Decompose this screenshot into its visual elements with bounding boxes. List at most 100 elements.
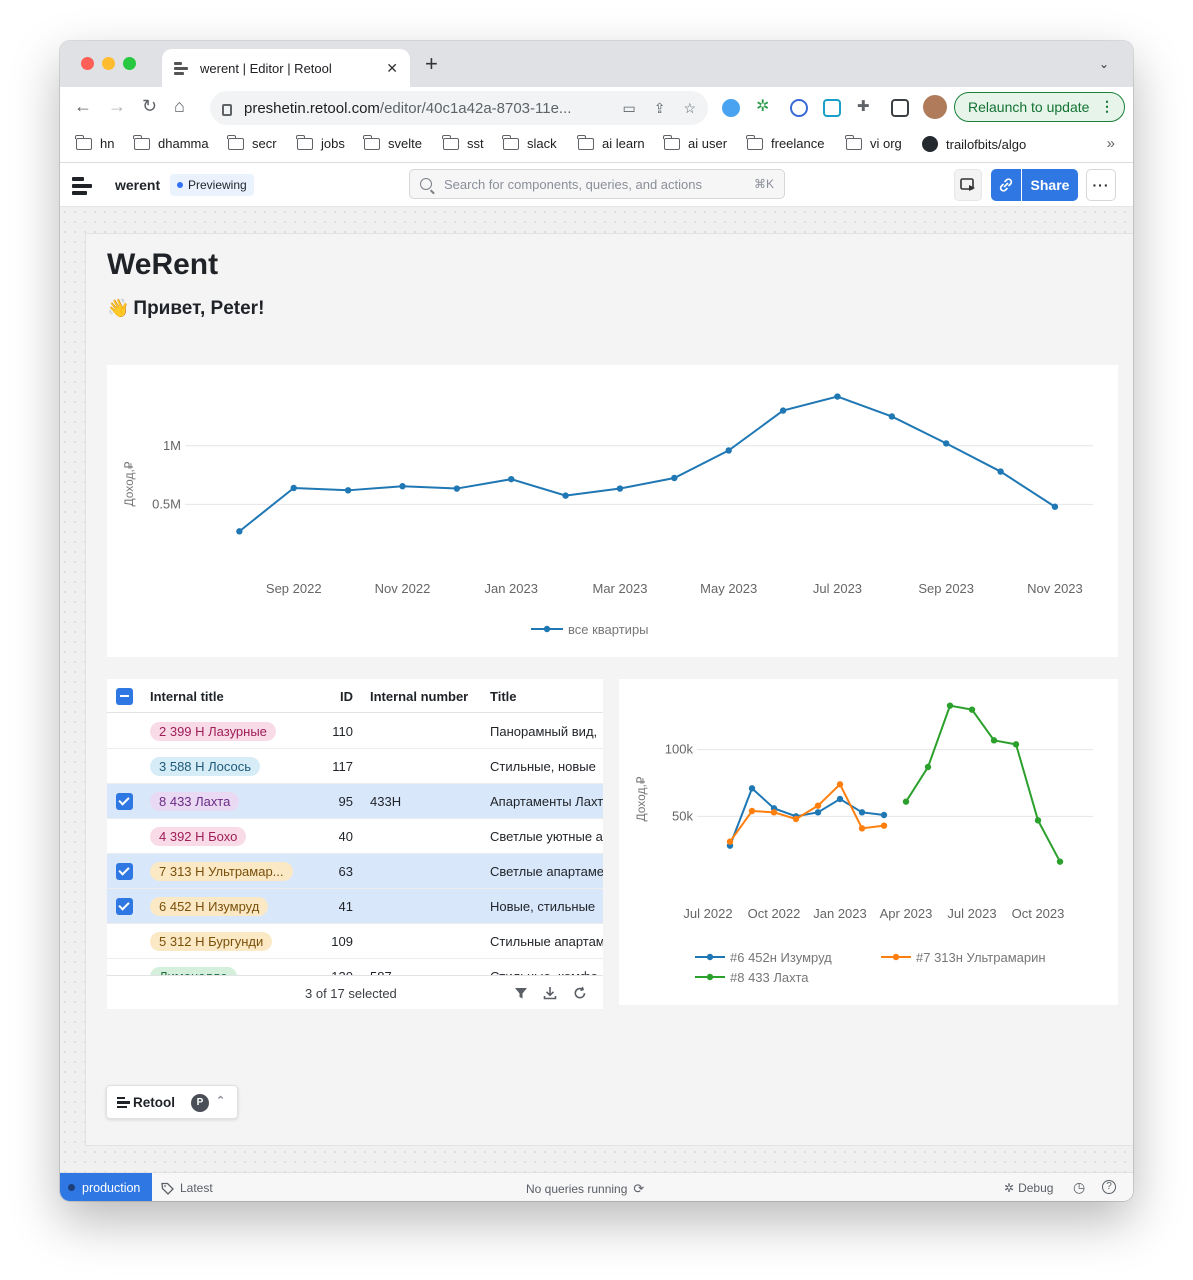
bookmark-svelte[interactable]: svelte xyxy=(363,134,422,151)
close-tab-icon[interactable]: ✕ xyxy=(386,60,398,77)
row-checkbox[interactable] xyxy=(116,758,133,775)
debug-button[interactable]: ✲ Debug xyxy=(1004,1181,1053,1195)
id-cell: 109 xyxy=(331,934,353,949)
data-point xyxy=(997,468,1004,475)
apartments-line-chart[interactable]: 50k 100k Jul 2022 Oct 2022 Jan 2023 Apr 2023 J… xyxy=(619,679,1118,1005)
history-icon[interactable]: ◷ xyxy=(1073,1179,1085,1196)
new-tab-button[interactable]: + xyxy=(425,53,438,75)
extension-green-icon[interactable]: ✲ xyxy=(756,96,774,115)
home-icon[interactable]: ⌂ xyxy=(174,96,185,116)
bookmark-star-icon[interactable]: ☆ xyxy=(683,100,696,117)
folder-icon xyxy=(133,134,150,150)
data-point xyxy=(725,447,732,454)
forward-icon[interactable]: → xyxy=(108,96,126,116)
title-cell: Стильные апартам xyxy=(490,934,603,949)
select-all-checkbox[interactable] xyxy=(116,688,133,705)
row-checkbox[interactable] xyxy=(116,933,133,950)
download-icon[interactable] xyxy=(543,986,557,1000)
help-icon[interactable]: ? xyxy=(1102,1180,1116,1194)
folder-icon xyxy=(577,134,594,150)
table-row[interactable]: 8 433 Лахта 95 433Н Апартаменты Лахт xyxy=(107,784,603,819)
extensions-puzzle-icon[interactable]: ✚ xyxy=(857,97,875,115)
filter-icon[interactable] xyxy=(514,986,528,1000)
row-checkbox[interactable] xyxy=(116,898,133,915)
column-header-title[interactable]: Title xyxy=(490,689,517,704)
table-row[interactable]: 6 452 Н Изумруд 41 Новые, стильные xyxy=(107,889,603,924)
clipboard-icon[interactable]: ▭ xyxy=(622,100,635,117)
refresh-icon[interactable] xyxy=(573,986,587,1000)
table-row[interactable]: 5 312 Н Бургунди 109 Стильные апартам xyxy=(107,924,603,959)
data-point xyxy=(880,811,888,819)
bookmark-slack[interactable]: slack xyxy=(502,134,557,151)
retool-logo-icon[interactable] xyxy=(72,177,92,195)
minimize-window-button[interactable] xyxy=(102,57,115,70)
version-selector[interactable]: Latest xyxy=(161,1181,213,1195)
column-header-internal-title[interactable]: Internal title xyxy=(150,689,224,704)
bookmark-ai-learn[interactable]: ai learn xyxy=(577,134,645,151)
bookmark-vi-org[interactable]: vi org xyxy=(845,134,902,151)
x-tick-label: Oct 2023 xyxy=(1012,906,1065,921)
table-row[interactable]: 4 392 Н Бохо 40 Светлые уютные а xyxy=(107,819,603,854)
income-line-chart[interactable]: 0.5M 1M Sep 2022 Nov 2022 Jan 2023 Mar 2023 Ma… xyxy=(107,365,1118,657)
y-tick-label: 50k xyxy=(672,808,693,823)
extension-password-icon[interactable] xyxy=(790,99,808,117)
tab-search-chevron-icon[interactable]: ⌄ xyxy=(1099,57,1109,71)
row-checkbox[interactable] xyxy=(116,793,133,810)
back-icon[interactable]: ← xyxy=(74,96,92,116)
more-dots-icon: ··· xyxy=(1092,177,1110,193)
app-name[interactable]: werent xyxy=(115,177,160,193)
extension-blue-icon[interactable] xyxy=(722,99,740,117)
folder-icon xyxy=(363,134,380,150)
table-row[interactable]: 2 399 Н Лазурные 110 Панорамный вид, xyxy=(107,714,603,749)
relaunch-to-update-button[interactable]: Relaunch to update ⋮ xyxy=(954,92,1125,122)
side-panel-icon[interactable] xyxy=(891,99,909,117)
reload-icon[interactable]: ↻ xyxy=(142,96,157,116)
bookmark-ai-user[interactable]: ai user xyxy=(663,134,727,151)
more-options-button[interactable]: ··· xyxy=(1086,169,1116,201)
bookmark-label: vi org xyxy=(870,136,902,151)
y-tick-label: 100k xyxy=(665,742,694,757)
data-point xyxy=(924,763,932,771)
bookmark-freelance[interactable]: freelance xyxy=(746,134,824,151)
column-header-internal-number[interactable]: Internal number xyxy=(370,689,468,704)
app-frame: WeRent 👋 Привет, Peter! 0.5M 1M Sep 2022 Nov… xyxy=(85,233,1133,1146)
data-point xyxy=(399,483,406,490)
kebab-menu-icon[interactable]: ⋮ xyxy=(1100,98,1114,115)
bookmark-label: slack xyxy=(527,136,557,151)
folder-icon xyxy=(663,134,680,150)
close-window-button[interactable] xyxy=(81,57,94,70)
row-checkbox[interactable] xyxy=(116,723,133,740)
profile-avatar[interactable] xyxy=(923,95,947,119)
environment-badge[interactable]: production xyxy=(60,1173,152,1201)
address-bar[interactable]: preshetin.retool.com/editor/40c1a42a-870… xyxy=(210,91,708,125)
waving-hand-icon: 👋 xyxy=(107,298,130,318)
bookmark-jobs[interactable]: jobs xyxy=(296,134,345,151)
column-header-id[interactable]: ID xyxy=(340,689,353,704)
bookmark-secr[interactable]: secr xyxy=(227,134,277,151)
table-row[interactable]: 3 588 Н Лосось 117 Стильные, новые xyxy=(107,749,603,784)
share-page-icon[interactable]: ⇪ xyxy=(654,100,666,117)
maximize-window-button[interactable] xyxy=(123,57,136,70)
bookmark-sst[interactable]: sst xyxy=(442,134,484,151)
row-checkbox[interactable] xyxy=(116,828,133,845)
row-checkbox[interactable] xyxy=(116,863,133,880)
x-tick-label: Jul 2023 xyxy=(813,581,862,596)
y-axis-label: Доход,₽ xyxy=(634,776,648,821)
component-search-input[interactable]: Search for components, queries, and acti… xyxy=(409,169,785,199)
window-play-icon xyxy=(960,178,975,191)
more-bookmarks-icon[interactable]: » xyxy=(1107,135,1115,152)
extension-teal-icon[interactable] xyxy=(823,99,841,117)
bookmark-trailofbits[interactable]: trailofbits/algo xyxy=(922,136,1026,152)
browser-tab[interactable]: werent | Editor | Retool ✕ xyxy=(162,49,410,87)
preview-run-button[interactable] xyxy=(954,169,982,201)
retool-mode-switcher[interactable]: Retool P ⌃ xyxy=(106,1085,238,1119)
bookmark-hn[interactable]: hn xyxy=(75,134,114,151)
copy-link-button[interactable] xyxy=(991,169,1021,201)
folder-icon xyxy=(502,134,519,150)
share-button[interactable]: Share xyxy=(1022,169,1078,201)
data-point xyxy=(968,706,976,713)
bookmark-dhamma[interactable]: dhamma xyxy=(133,134,209,151)
income-chart-card: 0.5M 1M Sep 2022 Nov 2022 Jan 2023 Mar 2023 Ma… xyxy=(107,365,1118,657)
table-row[interactable]: 7 313 Н Ультрамар... 63 Светлые апартаме xyxy=(107,854,603,889)
browser-toolbar: ← → ↻ ⌂ preshetin.retool.com/editor/40c1… xyxy=(60,87,1133,127)
